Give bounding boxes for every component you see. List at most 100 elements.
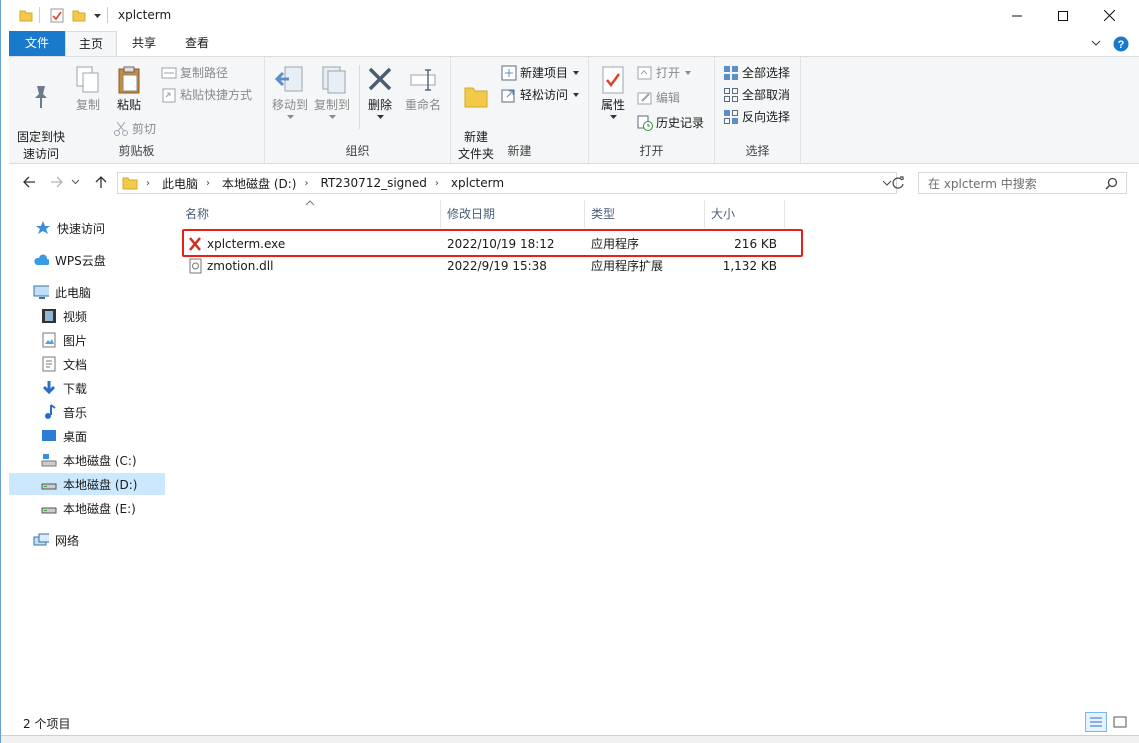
edit-button[interactable]: 编辑 [637, 88, 680, 108]
delete-x-icon [368, 67, 392, 91]
dll-file-icon [189, 258, 202, 274]
chevron-down-icon [376, 115, 384, 119]
system-drive-icon [41, 454, 57, 467]
rename-button[interactable]: 重命名 [401, 65, 445, 114]
breadcrumb-this-pc[interactable]: 此电脑 [162, 175, 198, 192]
copy-to-button[interactable]: 复制到 [313, 65, 351, 120]
up-arrow-icon[interactable] [93, 174, 109, 190]
column-header-date[interactable]: 修改日期 [441, 200, 585, 228]
move-to-button[interactable]: 移动到 [271, 65, 309, 120]
column-header-name[interactable]: 名称 [179, 200, 441, 228]
copy-button[interactable]: 复制 [71, 65, 105, 114]
folder-icon[interactable] [19, 8, 33, 22]
organize-group: 移动到 复制到 删除 重命名 组织 [265, 57, 451, 163]
video-icon [42, 309, 56, 323]
chevron-down-icon[interactable] [1091, 40, 1101, 48]
nav-pictures[interactable]: 图片 [9, 329, 165, 351]
invert-selection-icon [724, 110, 738, 124]
minimize-button[interactable] [994, 0, 1040, 31]
delete-button[interactable]: 删除 [365, 65, 395, 120]
forward-arrow-icon[interactable] [49, 174, 65, 190]
chevron-right-icon[interactable]: › [435, 178, 439, 189]
edit-icon [637, 92, 652, 105]
table-row[interactable]: zmotion.dll 2022/9/19 15:38 应用程序扩展 1,132… [181, 255, 801, 277]
navigation-pane: 快速访问 WPS云盘 此电脑 视频 图片 文档 下载 音乐 桌面 本地磁盘 (C… [9, 204, 165, 704]
column-size-label: 大小 [711, 207, 736, 221]
properties-check-icon[interactable] [50, 8, 64, 23]
nav-drive-e-label: 本地磁盘 (E:) [63, 501, 136, 516]
tab-view[interactable]: 查看 [171, 31, 223, 56]
tab-home[interactable]: 主页 [65, 31, 117, 57]
nav-drive-e[interactable]: 本地磁盘 (E:) [9, 497, 165, 519]
nav-downloads[interactable]: 下载 [9, 377, 165, 399]
download-arrow-icon [42, 381, 56, 395]
nav-documents[interactable]: 文档 [9, 353, 165, 375]
nav-drive-c[interactable]: 本地磁盘 (C:) [9, 449, 165, 471]
history-label: 历史记录 [656, 116, 705, 130]
recent-locations-chevron-icon[interactable] [71, 179, 80, 185]
tab-file[interactable]: 文件 [9, 31, 65, 56]
details-view-button[interactable] [1085, 712, 1107, 732]
chevron-down-icon [685, 71, 692, 75]
search-icon[interactable] [1105, 177, 1118, 190]
ribbon: 固定到快 速访问 复制 粘贴 复制路径 粘贴快捷方式 剪切 剪贴板 移动到 复制… [9, 56, 1139, 164]
breadcrumb-xplcterm[interactable]: xplcterm [451, 176, 504, 190]
chevron-right-icon[interactable]: › [206, 178, 210, 189]
help-icon[interactable]: ? [1113, 36, 1129, 52]
customize-dropdown-icon[interactable] [93, 11, 102, 20]
nav-music[interactable]: 音乐 [9, 401, 165, 423]
breadcrumb-drive-d[interactable]: 本地磁盘 (D:) [222, 175, 296, 192]
svg-text:?: ? [1118, 39, 1125, 51]
address-bar[interactable]: › 此电脑 › 本地磁盘 (D:) › RT230712_signed › xp… [117, 172, 897, 194]
nav-quick-access[interactable]: 快速访问 [9, 217, 165, 239]
nav-wps-cloud[interactable]: WPS云盘 [9, 249, 165, 271]
details-view-icon [1090, 717, 1102, 727]
new-item-button[interactable]: 新建项目 [501, 63, 584, 83]
paste-shortcut-button[interactable]: 粘贴快捷方式 [161, 85, 252, 105]
minimize-icon [1012, 15, 1022, 16]
nav-this-pc[interactable]: 此电脑 [9, 281, 165, 303]
history-button[interactable]: 历史记录 [637, 113, 704, 133]
paste-button[interactable]: 粘贴 [111, 65, 147, 114]
large-icons-view-button[interactable] [1109, 712, 1131, 732]
invert-selection-button[interactable]: 反向选择 [723, 107, 790, 127]
close-button[interactable] [1086, 0, 1132, 31]
chevron-right-icon[interactable]: › [304, 178, 308, 189]
column-header-type[interactable]: 类型 [585, 200, 705, 228]
easy-access-button[interactable]: 轻松访问 [501, 85, 584, 105]
file-list: 名称 修改日期 类型 大小 xplcterm.exe 2022/10/19 18… [171, 200, 1121, 700]
chevron-down-icon [328, 115, 336, 119]
copy-path-button[interactable]: 复制路径 [161, 63, 228, 83]
network-icon [33, 533, 49, 546]
search-box[interactable]: 在 xplcterm 中搜索 [918, 172, 1127, 194]
chevron-right-icon[interactable]: › [146, 178, 150, 189]
new-folder-icon[interactable] [72, 8, 86, 22]
nav-wps-label: WPS云盘 [55, 253, 106, 268]
open-button[interactable]: 打开 [637, 63, 696, 83]
desktop-icon [42, 430, 56, 441]
tab-share[interactable]: 共享 [119, 31, 169, 56]
nav-network-label: 网络 [55, 533, 80, 548]
back-arrow-icon[interactable] [21, 174, 37, 190]
toolbar-divider [39, 7, 40, 23]
maximize-button[interactable] [1040, 0, 1086, 31]
new-group-label: 新建 [507, 144, 532, 158]
paste-label: 粘贴 [116, 98, 141, 112]
chevron-down-icon [573, 71, 580, 75]
column-date-label: 修改日期 [447, 207, 496, 221]
properties-button[interactable]: 属性 [595, 65, 631, 120]
title-bar: xplcterm [1, 0, 1139, 31]
organize-group-label: 组织 [345, 144, 370, 158]
column-header-size[interactable]: 大小 [705, 200, 785, 228]
nav-drive-d[interactable]: 本地磁盘 (D:) [9, 473, 165, 495]
nav-desktop[interactable]: 桌面 [9, 425, 165, 447]
refresh-icon[interactable] [891, 176, 905, 190]
cut-button[interactable]: 剪切 [113, 119, 156, 139]
nav-videos[interactable]: 视频 [9, 305, 165, 327]
breadcrumb-rt230712-signed[interactable]: RT230712_signed [320, 176, 426, 190]
nav-network[interactable]: 网络 [9, 529, 165, 551]
maximize-icon [1058, 10, 1068, 21]
move-to-label: 移动到 [271, 98, 308, 112]
select-none-button[interactable]: 全部取消 [723, 85, 790, 105]
select-all-button[interactable]: 全部选择 [723, 63, 790, 83]
